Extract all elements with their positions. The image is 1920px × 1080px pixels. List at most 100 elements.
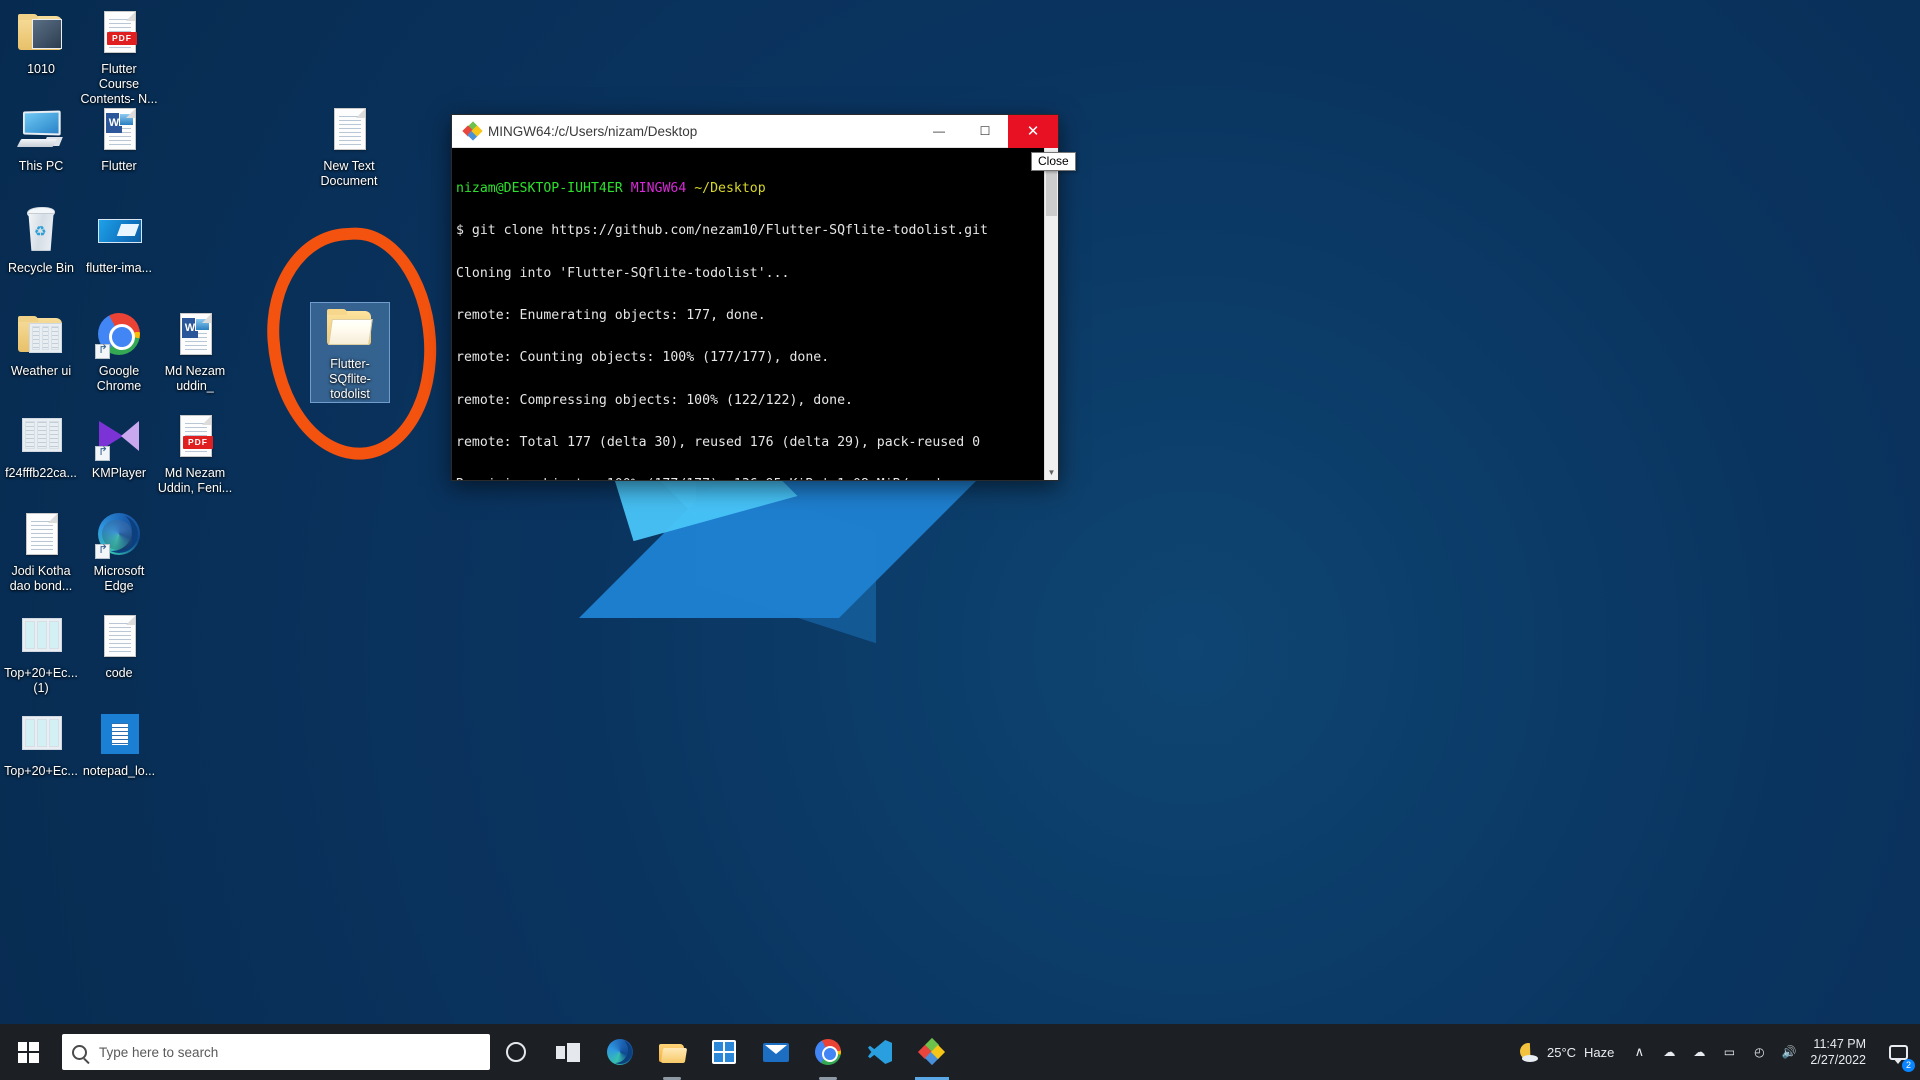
terminal-line: remote: Total 177 (delta 30), reused 176… <box>456 434 981 450</box>
weather-temperature: 25°C <box>1546 1044 1577 1060</box>
text-document-icon <box>334 108 366 150</box>
desktop-icon[interactable]: PDF Flutter Course Contents- N... <box>80 8 158 107</box>
task-view-icon <box>556 1042 580 1062</box>
image-file-icon <box>98 219 142 243</box>
git-bash-button[interactable] <box>906 1024 958 1080</box>
terminal-scrollbar[interactable]: ▲ ▼ <box>1044 148 1058 480</box>
desktop-icon-label: Recycle Bin <box>8 261 74 275</box>
taskbar[interactable]: Type here to search 25°C Haze ∧ ☁ ☁ ▭ ◴ <box>0 1024 1920 1080</box>
folder-icon <box>327 309 373 347</box>
notification-count: 2 <box>1902 1059 1915 1072</box>
desktop-icon[interactable]: PDF Md Nezam Uddin, Feni... <box>156 412 234 496</box>
clock[interactable]: 11:47 PM 2/27/2022 <box>1804 1024 1878 1080</box>
desktop-icon-label: Md Nezam uddin_ <box>164 364 226 393</box>
cloud-icon[interactable]: ☁ <box>1684 1024 1714 1080</box>
git-bash-window[interactable]: MINGW64:/c/Users/nizam/Desktop — ☐ ✕ niz… <box>451 114 1059 481</box>
folder-icon <box>18 316 64 354</box>
prompt-path: ~/Desktop <box>694 181 766 197</box>
desktop-icon[interactable]: flutter-ima... <box>80 207 158 276</box>
start-button[interactable] <box>0 1024 56 1080</box>
desktop-icon-flutter-sqflite-todolist[interactable]: Flutter-SQflite-todolist <box>310 302 390 403</box>
desktop-icon[interactable]: KMPlayer <box>80 412 158 481</box>
terminal-line: remote: Enumerating objects: 177, done. <box>456 308 766 324</box>
maximize-button[interactable]: ☐ <box>962 115 1008 148</box>
task-view-button[interactable] <box>542 1024 594 1080</box>
desktop-icon[interactable]: Google Chrome <box>80 310 158 394</box>
desktop-icon[interactable]: Top+20+Ec... (1) <box>2 612 80 696</box>
desktop-icon[interactable]: Jodi Kotha dao bond... <box>2 510 80 594</box>
vs-code-button[interactable] <box>854 1024 906 1080</box>
cortana-button[interactable] <box>490 1024 542 1080</box>
desktop-icon[interactable]: f24fffb22ca... <box>2 412 80 481</box>
action-center-icon <box>1888 1044 1908 1064</box>
windows-logo-icon <box>17 1041 39 1063</box>
action-center-button[interactable]: 2 <box>1878 1024 1918 1080</box>
speaker-icon[interactable]: 🔊 <box>1774 1024 1804 1080</box>
window-title: MINGW64:/c/Users/nizam/Desktop <box>488 123 698 139</box>
desktop-icon[interactable]: Microsoft Edge <box>80 510 158 594</box>
microsoft-edge-button[interactable] <box>594 1024 646 1080</box>
desktop-icon-label: Google Chrome <box>96 364 142 393</box>
tray-expand-button[interactable]: ∧ <box>1624 1024 1654 1080</box>
git-bash-icon <box>462 121 483 141</box>
desktop-icon-label: Flutter Course Contents- N... <box>80 62 158 106</box>
desktop-icon[interactable]: 1010 <box>2 8 80 77</box>
store-icon <box>712 1040 736 1064</box>
search-placeholder: Type here to search <box>99 1044 219 1060</box>
desktop-icon-label: Flutter-SQflite-todolist <box>329 357 371 401</box>
google-chrome-button[interactable] <box>802 1024 854 1080</box>
desktop-icon[interactable]: This PC <box>2 105 80 174</box>
desktop-icon[interactable]: New Text Document <box>310 105 388 189</box>
pdf-file-icon: PDF <box>180 415 213 457</box>
minimize-button[interactable]: — <box>916 115 962 148</box>
shortcut-arrow-icon <box>95 344 110 359</box>
wifi-icon[interactable]: ◴ <box>1744 1024 1774 1080</box>
weather-widget[interactable]: 25°C Haze <box>1510 1024 1624 1080</box>
vscode-icon <box>867 1040 893 1064</box>
moon-haze-icon <box>1520 1043 1539 1062</box>
microsoft-store-button[interactable] <box>698 1024 750 1080</box>
desktop-icon[interactable]: code <box>80 612 158 681</box>
desktop-icon[interactable]: W Md Nezam uddin_ <box>156 310 234 394</box>
scroll-down-arrow[interactable]: ▼ <box>1045 466 1058 480</box>
shortcut-arrow-icon <box>95 446 110 461</box>
word-document-icon: W <box>104 108 136 150</box>
battery-icon[interactable]: ▭ <box>1714 1024 1744 1080</box>
file-explorer-icon <box>658 1042 687 1063</box>
desktop-icon-label: Top+20+Ec... (1) <box>4 666 78 695</box>
edge-icon <box>607 1039 633 1065</box>
desktop-icon-label: Top+20+Ec... <box>4 764 78 778</box>
image-file-icon <box>22 716 62 750</box>
desktop-icon[interactable]: W Flutter <box>80 105 158 174</box>
desktop-icon-label: 1010 <box>27 62 55 76</box>
desktop-icon-label: New Text Document <box>320 159 378 188</box>
terminal-line: remote: Compressing objects: 100% (122/1… <box>456 392 853 408</box>
desktop-icon[interactable]: Top+20+Ec... <box>2 710 80 779</box>
file-explorer-button[interactable] <box>646 1024 698 1080</box>
text-document-icon <box>26 513 58 555</box>
onedrive-icon[interactable]: ☁ <box>1654 1024 1684 1080</box>
word-document-icon: W <box>180 313 212 355</box>
desktop-icon[interactable]: ♻ Recycle Bin <box>2 207 80 276</box>
terminal-command: $ git clone https://github.com/nezam10/F… <box>456 223 988 239</box>
terminal-output[interactable]: nizam@DESKTOP-IUHT4ER MINGW64 ~/Desktop … <box>452 148 1044 480</box>
desktop-icon[interactable]: Weather ui <box>2 310 80 379</box>
prompt-user-host: nizam@DESKTOP-IUHT4ER <box>456 181 623 197</box>
notepad-icon <box>101 714 139 754</box>
mail-button[interactable] <box>750 1024 802 1080</box>
search-input[interactable]: Type here to search <box>62 1034 490 1070</box>
clock-date: 2/27/2022 <box>1810 1053 1866 1067</box>
terminal-line: Receiving objects: 100% (177/177), 136.9… <box>454 478 1044 480</box>
prompt-shell: MINGW64 <box>630 181 687 197</box>
image-file-icon <box>22 418 62 452</box>
shortcut-arrow-icon <box>95 544 110 559</box>
window-titlebar[interactable]: MINGW64:/c/Users/nizam/Desktop — ☐ ✕ <box>452 114 1058 148</box>
search-icon <box>72 1044 87 1060</box>
close-button[interactable]: ✕ <box>1008 114 1058 148</box>
desktop-icon-label: Flutter <box>101 159 137 173</box>
pdf-file-icon: PDF <box>104 11 137 53</box>
mail-icon <box>763 1042 789 1062</box>
system-tray: 25°C Haze ∧ ☁ ☁ ▭ ◴ 🔊 11:47 PM 2/27/2022… <box>1510 1024 1920 1080</box>
desktop-icon[interactable]: notepad_lo... <box>80 710 158 779</box>
folder-icon <box>18 14 64 52</box>
